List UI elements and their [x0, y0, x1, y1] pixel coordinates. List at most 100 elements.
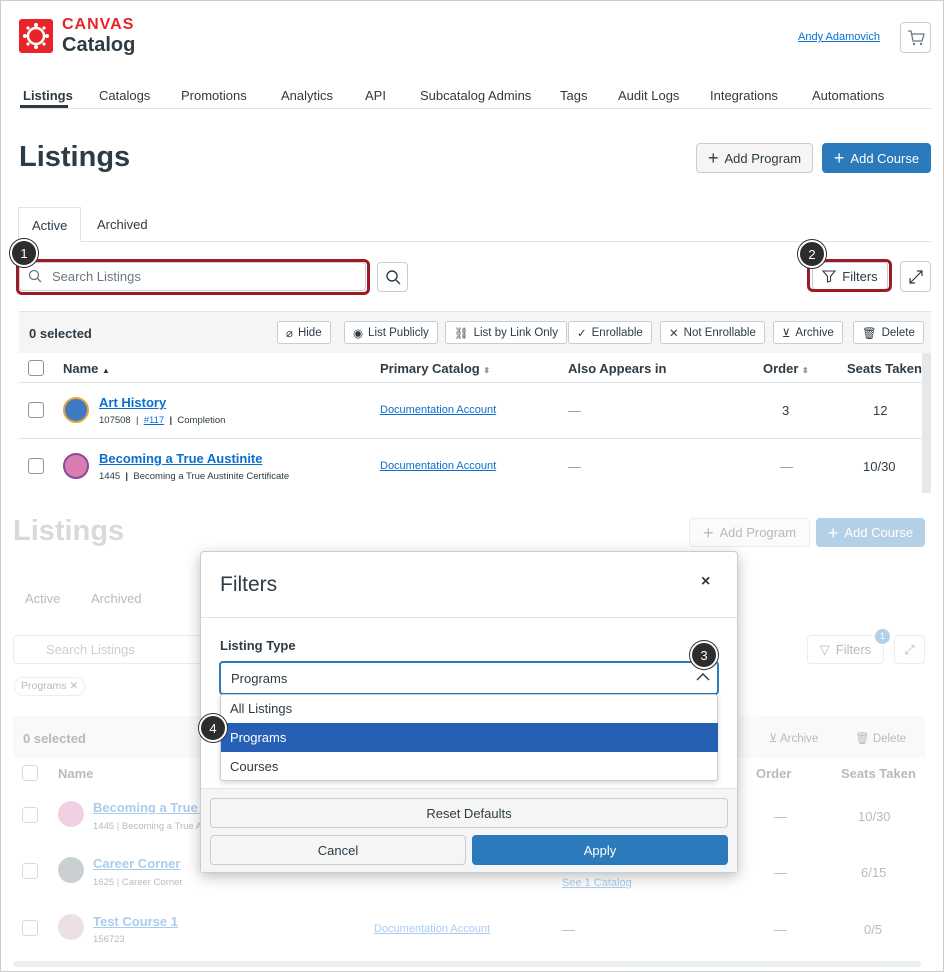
nav-integrations[interactable]: Integrations	[710, 88, 778, 103]
filters-button[interactable]: ▽ Filters	[807, 635, 884, 664]
search-button[interactable]	[377, 262, 408, 292]
nav-catalogs[interactable]: Catalogs	[99, 88, 150, 103]
tab-archived[interactable]: Archived	[91, 591, 142, 606]
plus-icon: +	[827, 522, 839, 543]
expand-button[interactable]	[900, 261, 931, 292]
brand-line2: Catalog	[62, 34, 136, 56]
col-name[interactable]: Name	[58, 766, 93, 781]
add-program-button[interactable]: + Add Program	[689, 518, 810, 547]
row-checkbox[interactable]	[28, 458, 44, 474]
tab-archived[interactable]: Archived	[97, 217, 148, 232]
also-appears-link[interactable]: See 1 Catalog	[562, 877, 632, 889]
select-all-checkbox[interactable]	[22, 765, 38, 781]
archive-icon: ⊻	[782, 327, 791, 340]
primary-catalog-link[interactable]: Documentation Account	[380, 460, 496, 472]
eye-off-icon: ⌀	[286, 327, 293, 340]
search-highlight	[16, 259, 370, 295]
nav-analytics[interactable]: Analytics	[281, 88, 333, 103]
expand-icon: ⤢	[904, 641, 915, 657]
expand-button[interactable]: ⤢	[894, 635, 925, 664]
listing-title-link[interactable]: Art History	[99, 395, 166, 410]
col-order[interactable]: Order ⬍	[763, 361, 809, 376]
order-value: —	[774, 809, 787, 824]
listing-type-select[interactable]: Programs	[219, 661, 719, 695]
list-publicly-button[interactable]: ◉ List Publicly	[344, 321, 438, 344]
hide-button[interactable]: ⌀ Hide	[277, 321, 331, 344]
order-value: —	[774, 922, 787, 937]
plus-icon: +	[702, 522, 714, 543]
canvas-logo-icon	[19, 19, 53, 53]
x-icon: ✕	[669, 327, 679, 340]
trash-icon: 🗑	[862, 327, 877, 340]
filter-icon: ▽	[819, 641, 830, 657]
nav-api[interactable]: API	[365, 88, 386, 103]
user-name-link[interactable]: Andy Adamovich	[798, 31, 880, 43]
add-course-button[interactable]: + Add Course	[822, 143, 931, 173]
option-programs[interactable]: Programs	[221, 723, 718, 752]
cart-icon	[908, 30, 925, 46]
nav-promotions[interactable]: Promotions	[181, 88, 247, 103]
course-thumbnail	[63, 453, 89, 479]
tab-active[interactable]: Active	[25, 591, 60, 606]
archive-button[interactable]: ⊻ Archive	[769, 731, 818, 745]
listing-title-link[interactable]: Becoming a True Austinite	[99, 451, 263, 466]
add-course-button[interactable]: + Add Course	[816, 518, 925, 547]
nav-audit-logs[interactable]: Audit Logs	[618, 88, 679, 103]
listing-title-link[interactable]: Becoming a True A	[93, 800, 210, 815]
also-appears-value: —	[562, 922, 575, 937]
seats-value: 10/30	[863, 459, 896, 474]
search-icon	[385, 270, 400, 285]
table-scrollbar[interactable]	[922, 353, 931, 493]
select-all-checkbox[interactable]	[28, 360, 44, 376]
course-thumbnail	[58, 857, 84, 883]
option-courses[interactable]: Courses	[221, 752, 718, 781]
nav-listings[interactable]: Listings	[23, 88, 73, 103]
horizontal-scrollbar[interactable]	[13, 961, 921, 967]
tab-active[interactable]: Active	[18, 207, 81, 242]
nav-tags[interactable]: Tags	[560, 88, 587, 103]
nav-automations[interactable]: Automations	[812, 88, 884, 103]
reset-defaults-button[interactable]: Reset Defaults	[210, 798, 728, 828]
row-checkbox[interactable]	[22, 863, 38, 879]
enrollable-button[interactable]: ✓ Enrollable	[568, 321, 652, 344]
list-by-link-button[interactable]: ⛓ List by Link Only	[445, 321, 567, 344]
nav-divider	[19, 108, 931, 109]
cart-button[interactable]	[900, 22, 931, 53]
program-link[interactable]: #117	[144, 415, 164, 426]
search-input[interactable]: Search Listings	[13, 635, 213, 664]
col-name[interactable]: Name ▲	[63, 361, 110, 376]
row-checkbox[interactable]	[22, 920, 38, 936]
listing-meta: 1625 | Career Corner	[93, 877, 183, 888]
option-all-listings[interactable]: All Listings	[221, 694, 718, 723]
callout-4: 4	[199, 714, 227, 742]
close-icon[interactable]: ×	[701, 573, 710, 591]
delete-button[interactable]: 🗑 Delete	[855, 731, 906, 745]
delete-button[interactable]: 🗑 Delete	[853, 321, 924, 344]
check-icon: ✓	[577, 327, 587, 340]
modal-divider	[201, 617, 737, 618]
listing-meta: 156723	[93, 934, 125, 945]
listing-title-link[interactable]: Career Corner	[93, 856, 180, 871]
eye-icon: ◉	[353, 327, 364, 340]
row-checkbox[interactable]	[28, 402, 44, 418]
cancel-button[interactable]: Cancel	[210, 835, 466, 865]
archive-button[interactable]: ⊻ Archive	[773, 321, 843, 344]
not-enrollable-button[interactable]: ✕ Not Enrollable	[660, 321, 765, 344]
primary-catalog-link[interactable]: Documentation Account	[374, 923, 490, 935]
plus-icon: +	[833, 148, 845, 168]
filter-chip[interactable]: Programs ✕	[14, 677, 86, 696]
filter-count-badge: 1	[875, 629, 890, 644]
col-seats-taken: Seats Taken	[847, 361, 922, 376]
nav-subcatalog-admins[interactable]: Subcatalog Admins	[420, 88, 531, 103]
close-icon: ✕	[69, 680, 79, 692]
add-program-button[interactable]: + Add Program	[696, 143, 813, 173]
row-checkbox[interactable]	[22, 807, 38, 823]
course-thumbnail	[63, 397, 89, 423]
apply-button[interactable]: Apply	[472, 835, 728, 865]
listing-title-link[interactable]: Test Course 1	[93, 914, 178, 929]
sort-asc-icon: ▲	[102, 366, 110, 375]
primary-catalog-link[interactable]: Documentation Account	[380, 404, 496, 416]
col-primary-catalog[interactable]: Primary Catalog ⬍	[380, 361, 490, 376]
expand-icon	[908, 269, 923, 284]
col-order[interactable]: Order	[756, 766, 791, 781]
